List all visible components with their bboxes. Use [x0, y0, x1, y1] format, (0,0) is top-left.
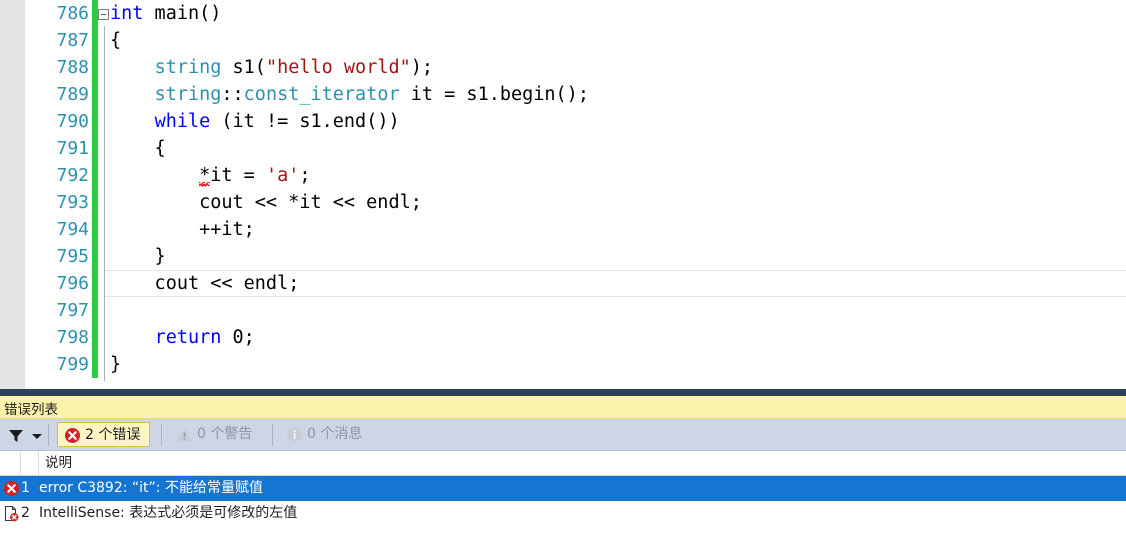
- code-line[interactable]: 793 cout << *it << endl;: [0, 189, 1126, 216]
- line-number: 799: [56, 354, 89, 375]
- code-line-text: int main(): [110, 3, 222, 24]
- line-number: 790: [56, 111, 89, 132]
- code-line[interactable]: 791 {: [0, 135, 1126, 162]
- error-row-description: IntelliSense: 表达式必须是可修改的左值: [39, 505, 298, 521]
- line-number: 787: [56, 30, 89, 51]
- code-line-text: string::const_iterator it = s1.begin();: [154, 84, 589, 105]
- line-number: 796: [56, 273, 89, 294]
- filter-dropdown-chevron-down-icon[interactable]: [32, 434, 42, 439]
- toolbar-divider: [272, 424, 273, 446]
- code-line-text: return 0;: [154, 327, 255, 348]
- code-lines-container: 786 int main() 787 {788 string s1("hello wo…: [0, 0, 1126, 378]
- error-squiggle-underline: [199, 182, 211, 187]
- toolbar-divider: [48, 424, 49, 446]
- warnings-filter-button[interactable]: 0 个警告: [170, 422, 261, 447]
- code-line[interactable]: 788 string s1("hello world");: [0, 54, 1126, 81]
- messages-count-label: 0 个消息: [307, 426, 363, 442]
- filter-funnel-icon[interactable]: [8, 429, 24, 443]
- code-line-text: }: [110, 354, 122, 375]
- code-line-text: {: [110, 138, 166, 159]
- error-row-index: 1: [21, 480, 30, 496]
- code-line[interactable]: 787 {: [0, 27, 1126, 54]
- code-line-text: string s1("hello world");: [154, 57, 434, 78]
- line-number: 788: [56, 57, 89, 78]
- error-list-panel[interactable]: 错误列表 2 个错误 0 个警告 0 个消息 说明 1 error C3892:…: [0, 396, 1126, 555]
- error-list-title-bar: 错误列表: [0, 396, 1126, 419]
- code-line[interactable]: 798 return 0;: [0, 324, 1126, 351]
- code-line-text: ++it;: [110, 219, 255, 240]
- code-line[interactable]: 799}: [0, 351, 1126, 378]
- code-line-text: cout << endl;: [110, 273, 300, 294]
- code-line-text: cout << *it << endl;: [110, 192, 422, 213]
- errors-filter-button[interactable]: 2 个错误: [57, 422, 151, 447]
- line-number: 789: [56, 84, 89, 105]
- error-circle-x-icon: [64, 427, 81, 444]
- line-number: 798: [56, 327, 89, 348]
- line-number: 792: [56, 165, 89, 186]
- column-header-description[interactable]: 说明: [39, 451, 1126, 475]
- line-number: 797: [56, 300, 89, 321]
- code-line-text: while (it != s1.end()): [154, 111, 400, 132]
- error-circle-x-icon: [3, 480, 20, 497]
- error-list-column-headers[interactable]: 说明: [0, 451, 1126, 476]
- code-line[interactable]: 790 while (it != s1.end()): [0, 108, 1126, 135]
- info-circle-icon: [286, 426, 303, 443]
- code-line[interactable]: 792 *it = 'a';: [0, 162, 1126, 189]
- toolbar-divider: [161, 424, 162, 446]
- code-editor[interactable]: 786 int main() 787 {788 string s1("hello wo…: [0, 0, 1126, 389]
- column-header-icon[interactable]: [0, 451, 21, 475]
- error-list-row[interactable]: 2 IntelliSense: 表达式必须是可修改的左值: [0, 501, 1126, 526]
- line-number: 786: [56, 3, 89, 24]
- line-number: 791: [56, 138, 89, 159]
- errors-count-label: 2 个错误: [85, 427, 141, 443]
- error-list-title: 错误列表: [4, 402, 58, 418]
- line-number: 793: [56, 192, 89, 213]
- code-line-text: {: [110, 30, 122, 51]
- code-line-text: }: [110, 246, 166, 267]
- code-line[interactable]: 797: [0, 297, 1126, 324]
- messages-filter-button[interactable]: 0 个消息: [280, 422, 371, 447]
- code-line[interactable]: 789 string::const_iterator it = s1.begin…: [0, 81, 1126, 108]
- line-number: 795: [56, 246, 89, 267]
- column-header-index[interactable]: [21, 451, 39, 475]
- error-row-description: error C3892: “it”: 不能给常量赋值: [39, 480, 263, 496]
- line-number: 794: [56, 219, 89, 240]
- error-row-index: 2: [21, 505, 30, 521]
- error-list-toolbar[interactable]: 2 个错误 0 个警告 0 个消息: [0, 419, 1126, 451]
- code-line[interactable]: 795 }: [0, 243, 1126, 270]
- intellisense-document-error-icon: [3, 505, 20, 522]
- code-line[interactable]: 794 ++it;: [0, 216, 1126, 243]
- code-line[interactable]: 796 cout << endl;: [0, 270, 1126, 297]
- code-line[interactable]: 786 int main(): [0, 0, 1126, 27]
- error-list-row[interactable]: 1 error C3892: “it”: 不能给常量赋值: [0, 476, 1126, 501]
- warnings-count-label: 0 个警告: [197, 426, 253, 442]
- warning-triangle-icon: [176, 426, 193, 443]
- editor-panel-separator: [0, 389, 1126, 396]
